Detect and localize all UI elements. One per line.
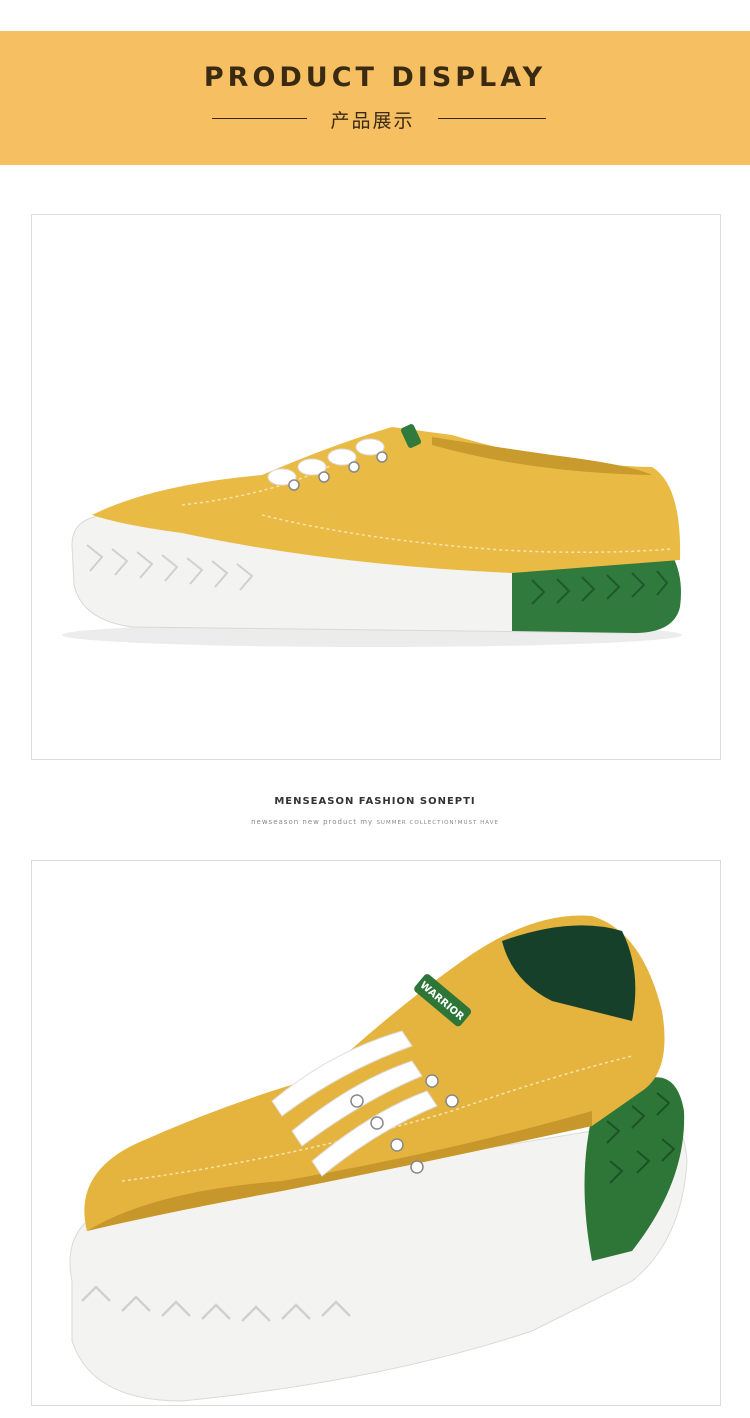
product-image-frame-2: WARRIOR: [31, 860, 721, 1406]
banner-divider-right: [438, 118, 546, 119]
section-subtitle-small: SUMMER COLLECTION!MUST HAVE: [376, 820, 499, 826]
header-banner: [0, 31, 750, 165]
banner-divider-left: [212, 118, 307, 119]
banner-subtitle-row: 产品展示: [0, 104, 750, 134]
sneaker-angled-image: WARRIOR: [69, 915, 688, 1402]
banner-subtitle: 产品展示: [330, 110, 415, 132]
sneaker-side-image: [62, 424, 682, 647]
product-image-frame-1: [31, 214, 721, 760]
section-title: MENSEASON FASHION SONEPTI: [274, 796, 476, 807]
section-subtitle: newseason new product my SUMMER COLLECTI…: [0, 818, 750, 826]
banner-title: PRODUCT DISPLAY: [203, 62, 547, 93]
section-subtitle-main: newseason new product my: [251, 818, 374, 826]
